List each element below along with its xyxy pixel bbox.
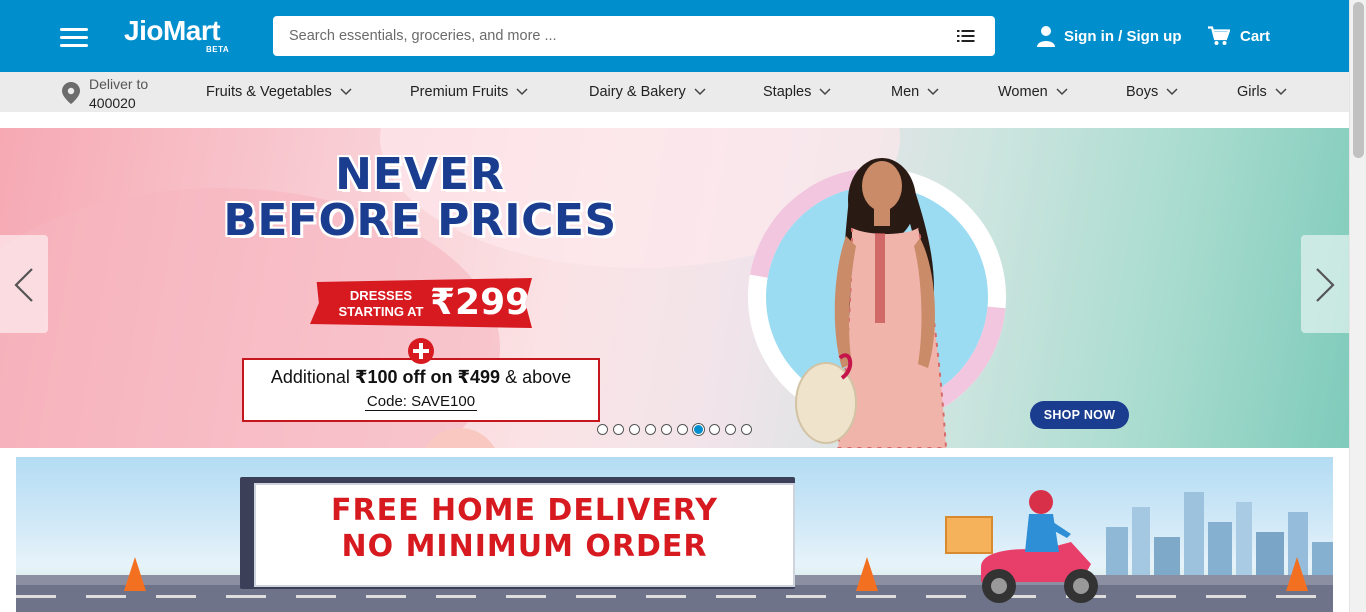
banner-headline: NEVER BEFORE PRICES [160,152,680,244]
price-tag: DRESSES STARTING AT ₹299 [310,278,532,328]
cart-icon [1208,26,1230,45]
offer-text: Additional ₹100 off on ₹499 & above [244,367,598,388]
billboard-panel: FREE HOME DELIVERY NO MINIMUM ORDER [254,483,795,587]
scrollbar-thumb[interactable] [1353,2,1364,158]
chevron-down-icon [340,88,352,96]
model-image [795,158,948,448]
deliver-label: Deliver to [89,76,149,92]
plus-icon [408,338,434,364]
traffic-cone-icon [124,557,146,591]
price-tag-caption-line1: DRESSES [349,288,413,303]
carousel-dot[interactable] [725,424,736,435]
chevron-right-icon [1316,268,1335,302]
chevron-down-icon [1275,88,1287,96]
carousel-dot[interactable] [677,424,688,435]
road-marking [16,595,1333,598]
nav-item-label: Women [998,84,1048,100]
delivery-scooter-image [945,490,1098,603]
signin-link[interactable]: Sign in / Sign up [1036,24,1182,48]
nav-item-premium-fruits[interactable]: Premium Fruits [410,72,528,112]
nav-item-label: Men [891,84,920,100]
hero-carousel[interactable]: NEVER BEFORE PRICES DRESSES STARTING AT … [0,128,1349,448]
page-scrollbar[interactable] [1349,0,1366,612]
category-nav: Deliver to 400020 Fruits & Vegetables Pr… [0,72,1349,112]
offer-box: Additional ₹100 off on ₹499 & above Code… [242,358,600,422]
price-tag-amount: ₹299 [430,282,531,323]
nav-item-dairy-bakery[interactable]: Dairy & Bakery [589,72,706,112]
offer-prefix: Additional [270,367,350,387]
carousel-dot[interactable] [661,424,672,435]
nav-item-label: Boys [1126,84,1159,100]
delivery-line2: NO MINIMUM ORDER [341,529,708,564]
jiomart-logo[interactable]: JioMart BETA [124,14,229,54]
carousel-dots [597,424,757,436]
offer-suffix: & above [505,367,572,387]
location-pin-icon [62,82,80,104]
nav-item-label: Staples [763,84,812,100]
nav-item-staples[interactable]: Staples [763,72,831,112]
nav-item-label: Dairy & Bakery [589,84,686,100]
offer-amount: ₹100 off on ₹499 [354,367,501,387]
top-header: JioMart BETA Sign in / Sign up Cart [0,0,1349,72]
carousel-dot[interactable] [613,424,624,435]
carousel-dot[interactable] [645,424,656,435]
nav-item-boys[interactable]: Boys [1126,72,1178,112]
cart-label: Cart [1240,27,1271,45]
nav-item-label: Girls [1237,84,1267,100]
cart-link[interactable]: Cart [1208,24,1270,48]
headline-line2: BEFORE PRICES [223,195,617,246]
chevron-down-icon [819,88,831,96]
nav-item-label: Fruits & Vegetables [206,84,332,100]
nav-item-women[interactable]: Women [998,72,1068,112]
chevron-down-icon [927,88,939,96]
user-icon [1037,26,1055,47]
price-tag-caption-line2: STARTING AT [338,304,424,319]
menu-icon[interactable] [60,26,90,48]
deliver-pincode: 400020 [89,95,136,111]
list-icon[interactable] [957,29,975,43]
carousel-dot[interactable] [709,424,720,435]
search-bar [273,16,995,56]
headline-line1: NEVER [335,149,505,200]
signin-label: Sign in / Sign up [1064,27,1182,45]
carousel-dot[interactable] [693,424,704,435]
traffic-cone-icon [1286,557,1308,591]
carousel-dot[interactable] [741,424,752,435]
nav-item-label: Premium Fruits [410,84,509,100]
chevron-down-icon [1166,88,1178,96]
brand-name: JioMart [124,15,221,46]
nav-item-girls[interactable]: Girls [1237,72,1287,112]
billboard: FREE HOME DELIVERY NO MINIMUM ORDER [240,477,795,589]
road [16,585,1333,612]
price-tag-caption: DRESSES STARTING AT [328,288,434,320]
chevron-down-icon [694,88,706,96]
offer-code: Code: SAVE100 [364,393,478,411]
chevron-down-icon [516,88,528,96]
chevron-left-icon [14,268,33,302]
carousel-prev-button[interactable] [0,235,48,333]
shop-now-button[interactable]: SHOP NOW [1030,401,1129,429]
nav-item-men[interactable]: Men [891,72,939,112]
brand-beta-tag: BETA [206,45,230,54]
carousel-dot[interactable] [629,424,640,435]
search-input[interactable] [273,16,933,56]
traffic-cone-icon [856,557,878,591]
carousel-next-button[interactable] [1301,235,1349,333]
delivery-line1: FREE HOME DELIVERY [331,493,718,528]
chevron-down-icon [1056,88,1068,96]
nav-item-fruits-vegetables[interactable]: Fruits & Vegetables [206,72,352,112]
carousel-dot[interactable] [597,424,608,435]
free-delivery-banner[interactable]: FREE HOME DELIVERY NO MINIMUM ORDER [16,457,1333,612]
